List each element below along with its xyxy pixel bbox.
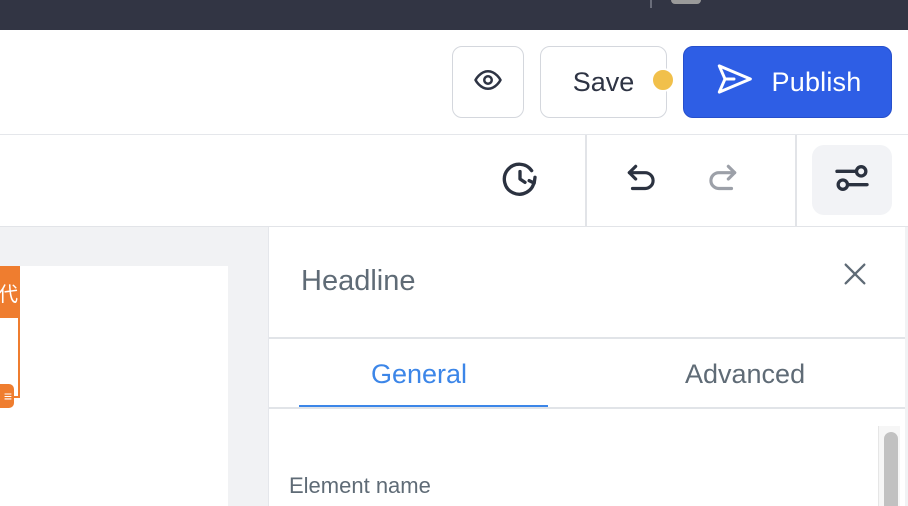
- preview-button[interactable]: [452, 46, 524, 118]
- editor-header: Save Publish: [0, 30, 908, 135]
- top-bar-chip: [671, 0, 701, 4]
- settings-button[interactable]: [812, 145, 892, 215]
- redo-icon: [703, 160, 741, 203]
- page-canvas[interactable]: 代 ≡: [0, 266, 228, 506]
- eye-icon: [473, 65, 503, 100]
- tab-advanced[interactable]: Advanced: [685, 359, 805, 390]
- panel-tabs: General Advanced: [269, 339, 908, 409]
- save-label: Save: [572, 66, 635, 97]
- browser-top-bar: [0, 0, 908, 30]
- redo-button[interactable]: [698, 157, 746, 205]
- editor-toolbar: [0, 135, 908, 227]
- tabs-divider: [269, 407, 908, 409]
- send-icon: [714, 61, 754, 104]
- panel-scrollbar[interactable]: [878, 426, 900, 506]
- undo-icon: [623, 160, 661, 203]
- scrollbar-thumb[interactable]: [884, 432, 898, 506]
- save-button[interactable]: Save: [540, 46, 667, 118]
- unsaved-changes-indicator: [651, 68, 675, 92]
- canvas-area: 代 ≡: [0, 227, 268, 506]
- panel-title: Headline: [301, 265, 416, 297]
- drag-handle-icon: ≡: [3, 388, 12, 404]
- element-name-label: Element name: [289, 473, 431, 498]
- close-panel-button[interactable]: [839, 260, 871, 292]
- toolbar-divider: [585, 135, 587, 227]
- editor-window: Save Publish 代 ≡ Headline General Advanc…: [0, 0, 908, 506]
- tab-general[interactable]: General: [371, 359, 467, 390]
- toolbar-divider: [795, 135, 797, 227]
- undo-button[interactable]: [618, 157, 666, 205]
- sliders-icon: [832, 158, 872, 203]
- selected-element-handle[interactable]: ≡: [0, 384, 14, 408]
- publish-label: Publish: [771, 66, 862, 97]
- publish-button[interactable]: Publish: [683, 46, 892, 118]
- history-button[interactable]: [496, 157, 544, 205]
- selected-element-tag[interactable]: 代: [0, 266, 20, 318]
- properties-panel: Headline General Advanced Element name: [268, 227, 908, 506]
- element-type-glyph: 代: [0, 283, 18, 306]
- top-bar-divider: [650, 0, 652, 8]
- history-icon: [500, 159, 540, 204]
- close-icon: [841, 260, 869, 293]
